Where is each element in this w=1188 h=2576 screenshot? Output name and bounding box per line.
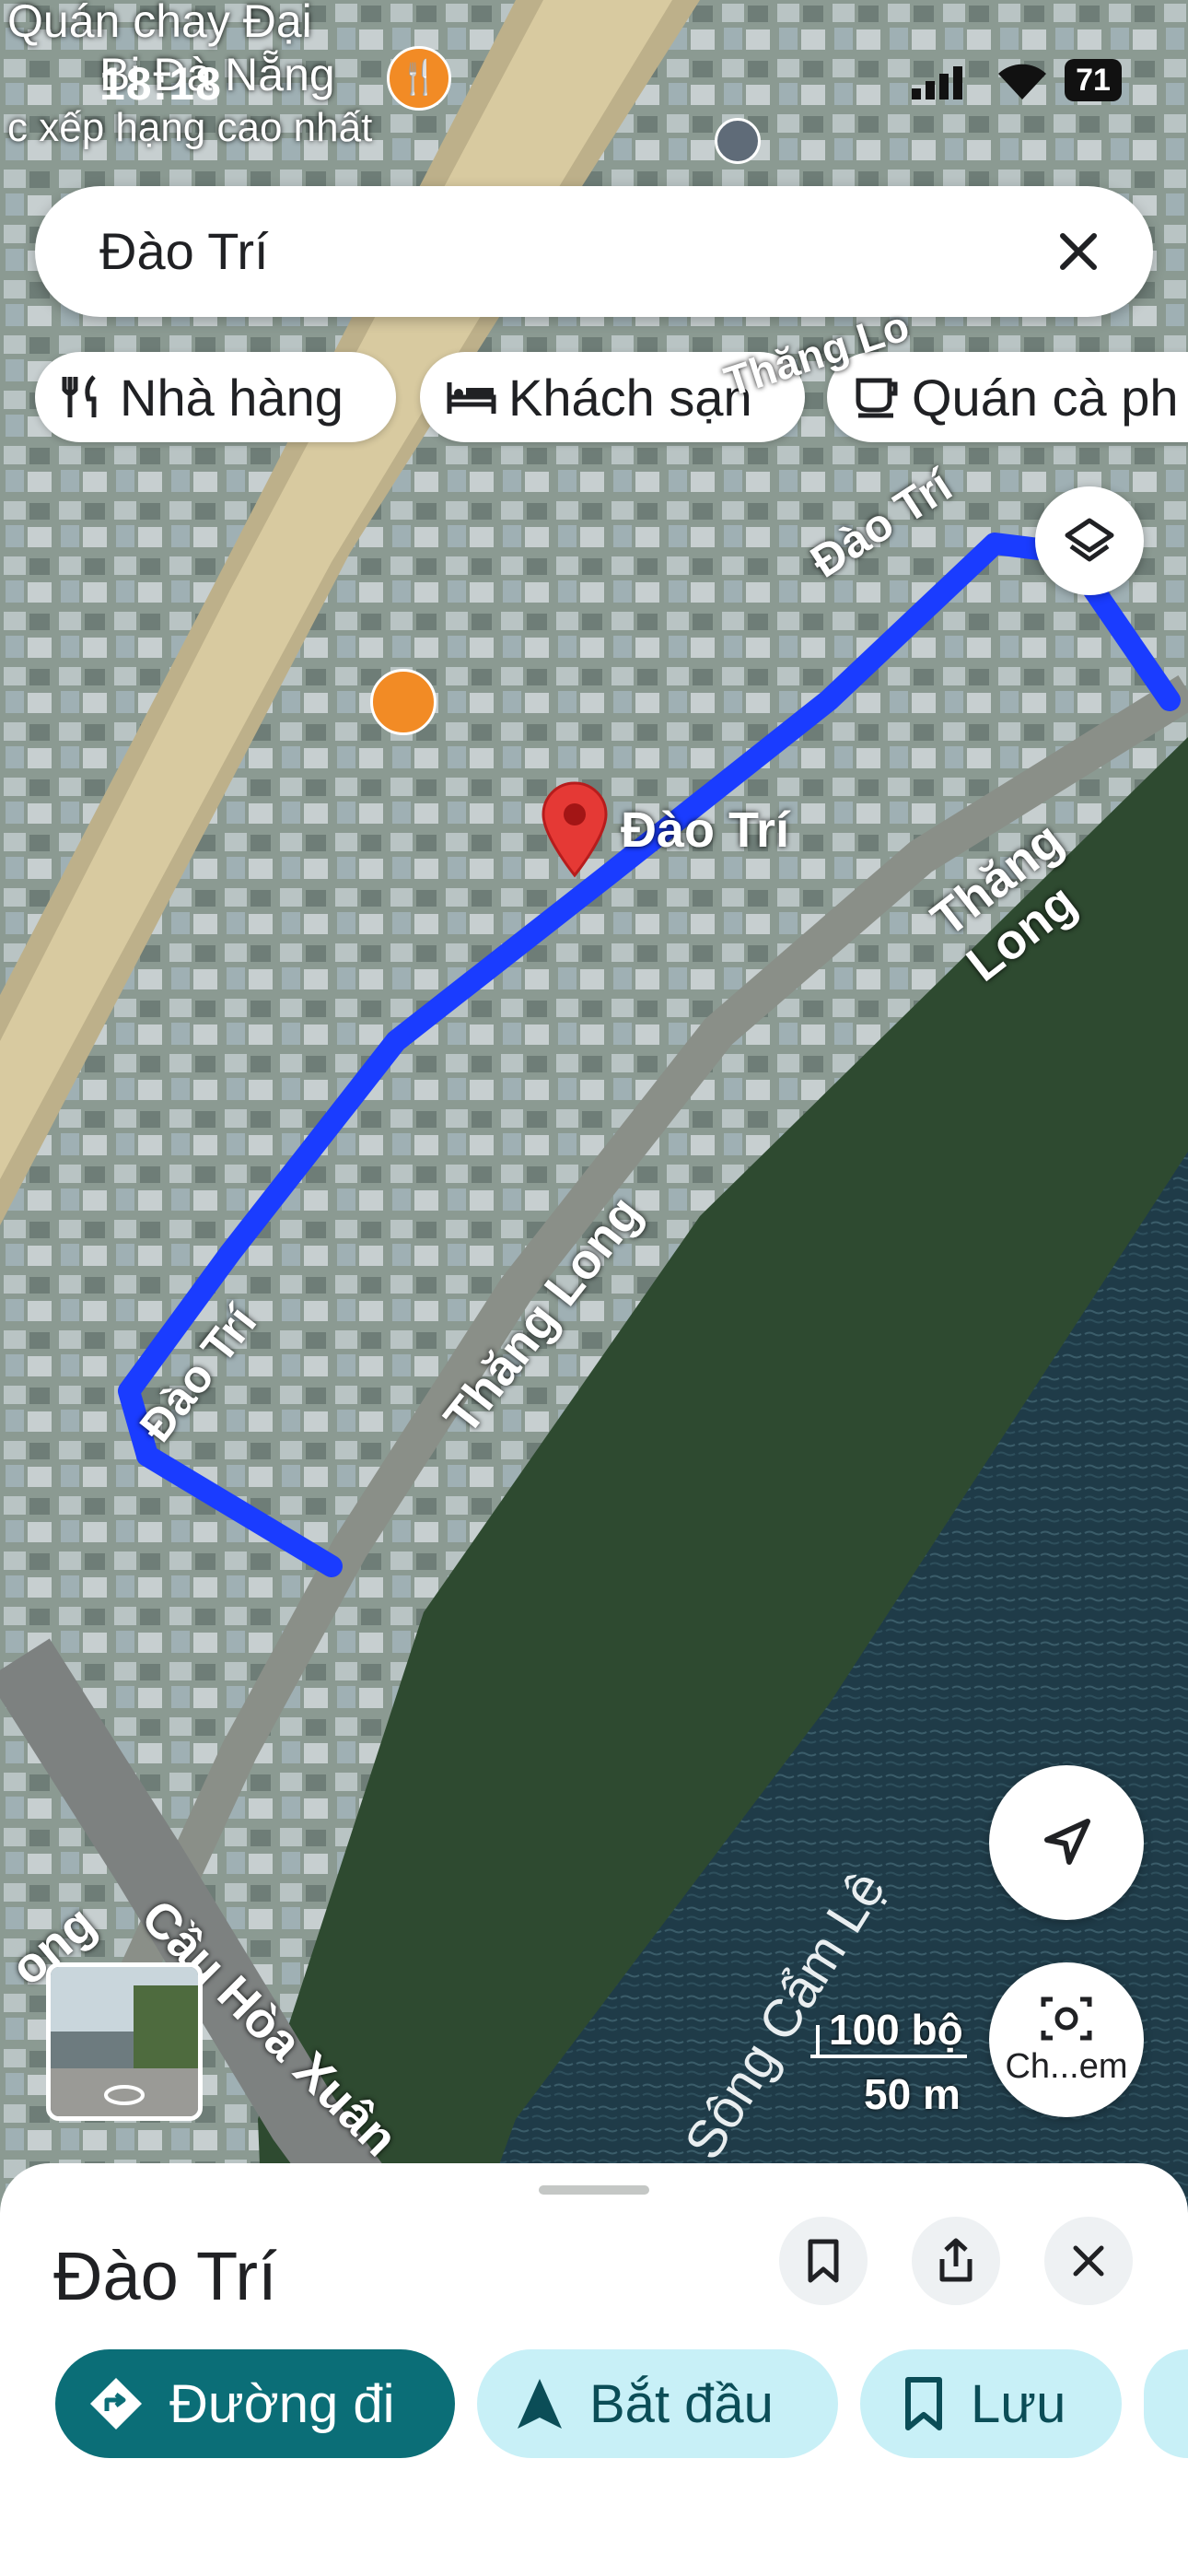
chip-label: Quán cà ph xyxy=(912,368,1179,427)
place-bottom-sheet[interactable]: Đào Trí Đường đi Bắt đầu Lưu xyxy=(0,2163,1188,2576)
scale-bar xyxy=(810,2055,967,2058)
chip-label: Nhà hàng xyxy=(120,368,344,427)
search-input[interactable]: Đào Trí xyxy=(99,221,269,281)
chip-label: Khách sạn xyxy=(508,368,752,427)
save-icon-button[interactable] xyxy=(779,2217,868,2305)
start-button[interactable]: Bắt đầu xyxy=(477,2349,838,2458)
location-pin-icon[interactable] xyxy=(540,779,610,881)
my-location-button[interactable] xyxy=(989,1765,1144,1920)
directions-label: Đường đi xyxy=(169,2373,395,2434)
navigation-arrow-icon xyxy=(1044,1819,1090,1865)
battery-indicator: 71 xyxy=(1065,59,1122,101)
chip-cafes[interactable]: Quán cà ph xyxy=(827,352,1188,442)
lens-button[interactable]: Ch...em xyxy=(989,1962,1144,2117)
bookmark-icon xyxy=(808,2239,839,2283)
cafe-icon xyxy=(856,378,898,418)
bookmark-icon xyxy=(905,2377,942,2430)
cafe-poi-icon[interactable] xyxy=(370,669,437,735)
scale-meters: 50 m xyxy=(864,2070,961,2118)
restaurant-poi-icon[interactable]: 🍴 xyxy=(387,46,451,111)
save-button[interactable]: Lưu xyxy=(860,2349,1122,2458)
navigation-arrow-icon xyxy=(518,2379,562,2429)
directions-icon xyxy=(90,2378,142,2430)
poi-label-line1: Quán chay Đại xyxy=(7,0,312,47)
restaurant-icon xyxy=(62,375,97,417)
street-view-thumbnail[interactable] xyxy=(46,1962,203,2121)
directions-button[interactable]: Đường đi xyxy=(55,2349,455,2458)
rotate-360-icon xyxy=(104,2085,145,2105)
cellular-signal-icon xyxy=(912,66,962,100)
status-time: 18:18 xyxy=(99,58,222,110)
close-sheet-button[interactable] xyxy=(1044,2217,1133,2305)
start-label: Bắt đầu xyxy=(589,2373,774,2434)
layers-icon xyxy=(1065,518,1114,562)
place-title: Đào Trí xyxy=(53,2238,277,2314)
save-label: Lưu xyxy=(971,2373,1066,2434)
bus-stop-icon[interactable] xyxy=(715,118,761,164)
more-actions-button[interactable] xyxy=(1144,2349,1188,2458)
scale-feet: 100 bộ xyxy=(829,2006,963,2054)
scale-tick xyxy=(816,2025,820,2058)
pin-label: Đào Trí xyxy=(621,802,790,858)
layers-button[interactable] xyxy=(1035,486,1144,595)
search-bar[interactable]: Đào Trí xyxy=(35,186,1153,317)
hotel-icon xyxy=(447,382,496,414)
close-icon[interactable] xyxy=(1046,219,1111,284)
chip-restaurants[interactable]: Nhà hàng xyxy=(35,352,396,442)
drag-handle[interactable] xyxy=(539,2185,649,2195)
lens-label: Ch...em xyxy=(1005,2046,1128,2086)
close-icon xyxy=(1073,2245,1104,2277)
wifi-icon xyxy=(998,64,1046,100)
camera-search-icon xyxy=(1041,1996,1092,2040)
share-button[interactable] xyxy=(912,2217,1000,2305)
share-icon xyxy=(939,2238,973,2282)
